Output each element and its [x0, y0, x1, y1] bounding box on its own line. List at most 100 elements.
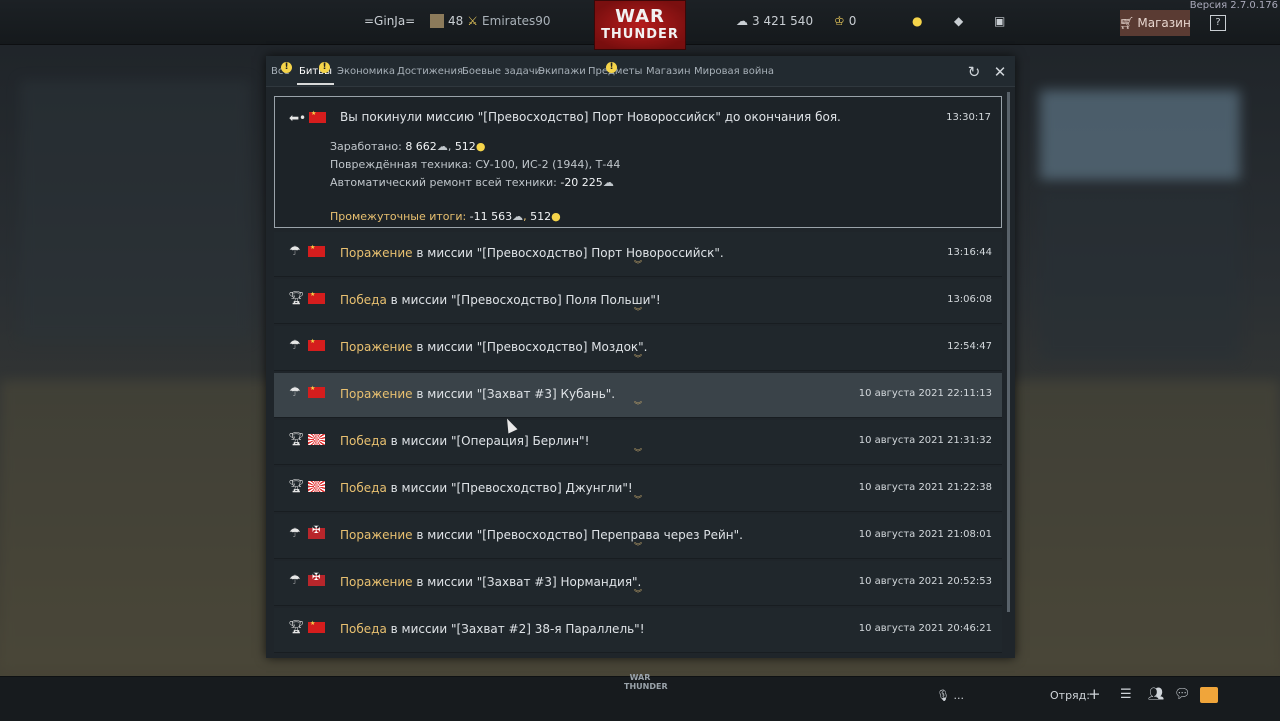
notification-row[interactable]: 🏆︎ Победа в миссии "[Операция] Берлин"! … — [274, 420, 1002, 465]
ussr-flag-icon — [308, 338, 325, 351]
voice-chat[interactable]: 🎙︎ ... — [936, 689, 964, 702]
notification-row[interactable]: ☂ Поражение в миссии "[Превосходство] Пе… — [274, 514, 1002, 559]
tab-items[interactable]: ! Предметы — [588, 62, 642, 77]
mission-text: в миссии "[Превосходство] Моздок". — [412, 340, 648, 354]
background-hangar-left — [20, 80, 250, 340]
warbond-icon[interactable]: ◆ — [954, 14, 963, 28]
subtotal-line: Промежуточные итоги: -11 563☁, 512● — [330, 210, 561, 223]
row-time: 10 августа 2021 21:08:01 — [858, 529, 992, 540]
parachute-icon: ☂ — [289, 244, 301, 259]
result-label: Победа — [340, 622, 387, 636]
chevron-down-icon[interactable]: ︾ — [634, 496, 642, 504]
notification-row[interactable]: 🏆︎ Победа в миссии "[Захват #2] 38-я Пар… — [274, 608, 1002, 653]
japan-flag-icon — [308, 481, 325, 492]
chevron-down-icon[interactable]: ︾ — [634, 590, 642, 598]
tab-world-war[interactable]: Мировая война — [694, 66, 774, 77]
result-label: Победа — [340, 293, 387, 307]
eagle-icon: ♔ — [834, 14, 845, 28]
lightbulb-icon[interactable]: ● — [912, 14, 922, 28]
notification-row[interactable]: 🏆︎ Победа в миссии "[Превосходство] Джун… — [274, 467, 1002, 512]
silver-lions-balance[interactable]: ☁ 3 421 540 — [736, 14, 813, 28]
player-name[interactable]: =GinJa= — [364, 14, 415, 28]
japan-flag-icon — [308, 434, 325, 445]
notification-row[interactable]: ☂ Поражение в миссии "[Превосходство] По… — [274, 232, 1002, 277]
silver-lions-icon: ☁ — [436, 140, 448, 153]
notification-list: ⬅• Вы покинули миссию "[Превосходство] П… — [274, 96, 1002, 656]
close-icon[interactable]: ✕ — [992, 64, 1008, 80]
tab-shop[interactable]: Магазин — [646, 66, 691, 77]
tab-bar: ! Все ! Битвы Экономика Достижения Боевы… — [266, 56, 1015, 87]
notification-item-expanded[interactable]: ⬅• Вы покинули миссию "[Превосходство] П… — [274, 96, 1002, 228]
notification-row[interactable]: ☂ Поражение в миссии "[Захват #3] Кубань… — [274, 373, 1002, 418]
microphone-icon: 🎙︎ — [936, 689, 950, 702]
chevron-down-icon[interactable]: ︾ — [634, 449, 642, 457]
crossed-swords-icon: ⚔ — [467, 14, 479, 28]
background-panel-right — [1040, 190, 1240, 360]
notification-row[interactable]: ☂ Поражение в миссии "[Захват #3] Норман… — [274, 561, 1002, 606]
leave-battle-icon: ⬅• — [289, 111, 307, 125]
tab-battles[interactable]: ! Битвы — [297, 62, 334, 85]
parachute-icon: ☂ — [289, 573, 301, 588]
row-time: 13:16:44 — [947, 247, 992, 258]
warning-icon: ! — [606, 62, 617, 73]
damaged-vehicles-line: Повреждённая техника: СУ-100, ИС-2 (1944… — [330, 158, 621, 171]
tab-all[interactable]: ! Все — [271, 62, 292, 77]
war-thunder-logo[interactable]: WAR THUNDER — [594, 0, 686, 50]
germany-flag-icon — [308, 572, 325, 586]
row-time: 10 августа 2021 20:52:53 — [858, 576, 992, 587]
mission-text: в миссии "[Захват #3] Кубань". — [412, 387, 616, 401]
contacts-icon[interactable]: 👥︎ — [1148, 687, 1165, 702]
notifications-panel: ! Все ! Битвы Экономика Достижения Боевы… — [266, 56, 1015, 658]
row-time: 10 августа 2021 21:31:32 — [858, 435, 992, 446]
research-points-icon: ● — [475, 140, 486, 153]
refresh-icon[interactable]: ↻ — [966, 64, 982, 80]
bottom-logo: WAR THUNDER — [624, 673, 668, 691]
ussr-flag-icon — [309, 110, 326, 123]
chevron-down-icon[interactable]: ︾ — [634, 402, 642, 410]
add-squad-member-icon[interactable]: + — [1088, 685, 1101, 703]
tab-achievements[interactable]: Достижения — [397, 66, 463, 77]
chevron-down-icon[interactable]: ︾ — [634, 355, 642, 363]
chevron-down-icon[interactable]: ︾ — [634, 308, 642, 316]
tab-battle-tasks[interactable]: Боевые задачи — [462, 66, 541, 77]
chevron-down-icon[interactable]: ︾ — [634, 543, 642, 551]
warning-icon: ! — [281, 62, 292, 73]
result-label: Поражение — [340, 246, 413, 260]
mission-text: в миссии "[Превосходство] Поля Польши"! — [386, 293, 661, 307]
chat-icon[interactable]: 💬︎ — [1174, 687, 1191, 702]
warning-icon: ! — [319, 62, 330, 73]
tab-economy[interactable]: Экономика — [337, 66, 395, 77]
player-rank[interactable]: 48 ⚔ Emirates90 — [430, 14, 551, 28]
golden-eagles-balance[interactable]: ♔ 0 — [834, 14, 856, 28]
notification-row[interactable]: 🏆︎ Победа в миссии "[Превосходство] Поля… — [274, 279, 1002, 324]
trophy-icon: 🏆︎ — [288, 479, 305, 494]
mission-text: в миссии "[Захват #3] Нормандия". — [412, 575, 642, 589]
chevron-down-icon[interactable]: ︾ — [634, 261, 642, 269]
premium-icon[interactable]: ▣ — [994, 14, 1005, 28]
notification-row[interactable]: ☂ Поражение в миссии "[Превосходство] Мо… — [274, 326, 1002, 371]
result-label: Победа — [340, 481, 387, 495]
list-icon[interactable]: ☰ — [1120, 687, 1132, 702]
bottom-bar: WAR THUNDER 🎙︎ ... Отряд: + ☰ 👥︎ 💬︎ — [0, 673, 1280, 721]
scrollbar[interactable] — [1007, 92, 1010, 612]
mail-icon[interactable] — [1200, 687, 1218, 703]
mission-text: в миссии "[Превосходство] Переправа чере… — [412, 528, 743, 542]
shop-button[interactable]: 🛒︎ Магазин — [1119, 10, 1191, 36]
top-bar: =GinJa= 48 ⚔ Emirates90 WAR THUNDER ☁ 3 … — [0, 0, 1280, 50]
trophy-icon: 🏆︎ — [288, 432, 305, 447]
result-label: Поражение — [340, 528, 413, 542]
mission-text: в миссии "[Захват #2] 38-я Параллель"! — [386, 622, 645, 636]
version-label: Версия 2.7.0.176 — [1189, 0, 1278, 11]
tab-crews[interactable]: Экипажи — [538, 66, 586, 77]
row-time: 13:06:08 — [947, 294, 992, 305]
cart-icon: 🛒︎ — [1119, 16, 1135, 30]
parachute-icon: ☂ — [289, 385, 301, 400]
result-label: Победа — [340, 434, 387, 448]
silver-lions-icon: ☁ — [512, 210, 524, 223]
result-label: Поражение — [340, 575, 413, 589]
notification-time: 13:30:17 — [946, 112, 991, 123]
scrollbar-thumb[interactable] — [1007, 92, 1010, 612]
ussr-flag-icon — [308, 385, 325, 398]
germany-flag-icon — [308, 525, 325, 539]
help-icon[interactable]: ? — [1210, 15, 1226, 31]
